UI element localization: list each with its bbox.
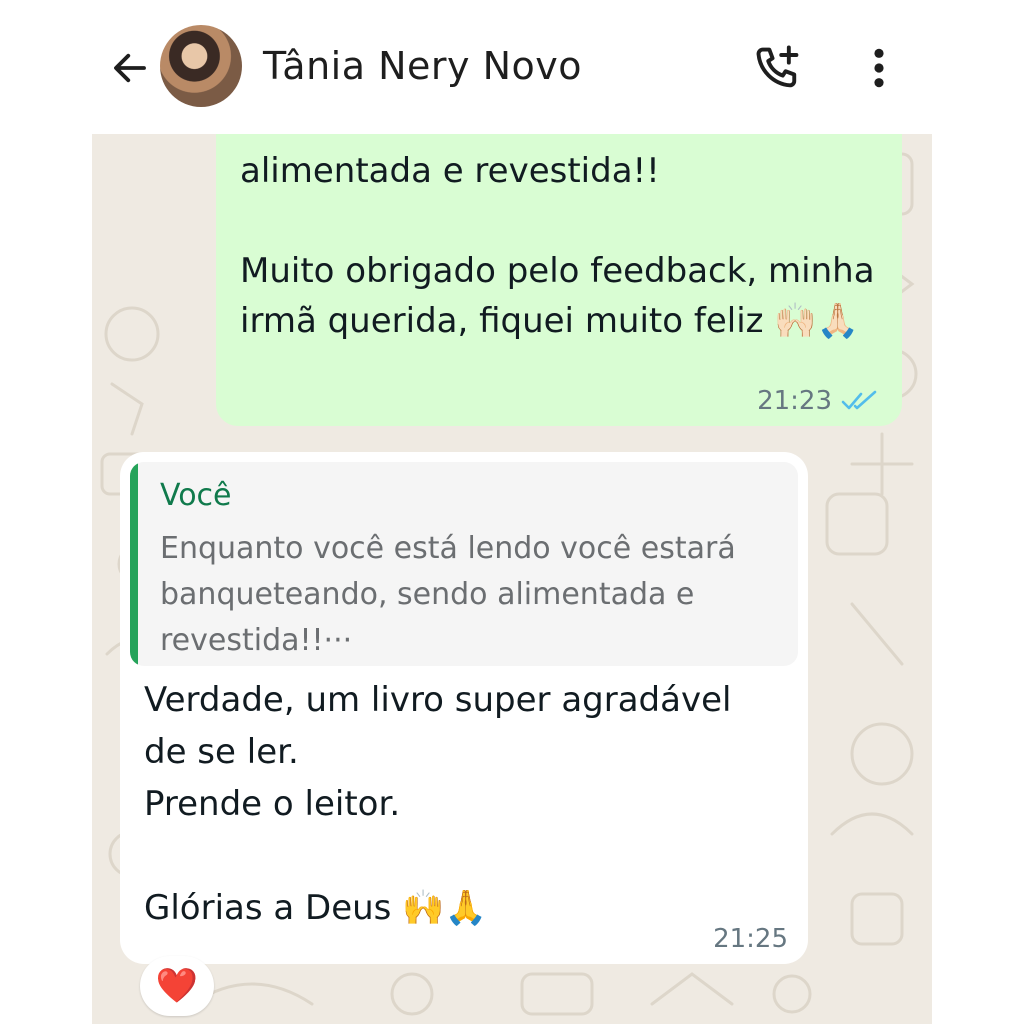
message-time: 21:25 [713,924,788,954]
chat-header: Tânia Nery Novo [0,0,1024,134]
more-vertical-icon [874,48,884,88]
quote-author: Você [160,478,232,513]
outgoing-message[interactable]: alimentada e revestida!! Muito obrigado … [216,134,902,426]
incoming-message[interactable]: Você Enquanto você está lendo você estar… [120,452,808,964]
contact-name[interactable]: Tânia Nery Novo [263,44,582,88]
heart-reaction-badge[interactable]: ❤️ [140,956,214,1016]
double-check-read-icon [841,390,877,410]
quote-accent-bar [130,462,138,666]
arrow-left-icon [114,53,146,83]
back-button[interactable] [106,44,154,92]
add-call-button[interactable] [748,40,808,96]
quoted-message[interactable]: Você Enquanto você está lendo você estar… [130,462,798,666]
more-options-button[interactable] [856,40,902,96]
message-text: alimentada e revestida!! Muito obrigado … [240,151,875,341]
heart-icon: ❤️ [155,966,199,1006]
add-call-icon [756,45,799,88]
message-time: 21:23 [757,386,832,416]
contact-avatar[interactable] [160,25,242,107]
message-text: Verdade, um livro super agradável de se … [144,680,732,928]
message-meta: 21:23 [757,386,880,416]
chat-area[interactable]: alimentada e revestida!! Muito obrigado … [92,134,932,1024]
quote-text: Enquanto você está lendo você estará ban… [160,531,746,658]
